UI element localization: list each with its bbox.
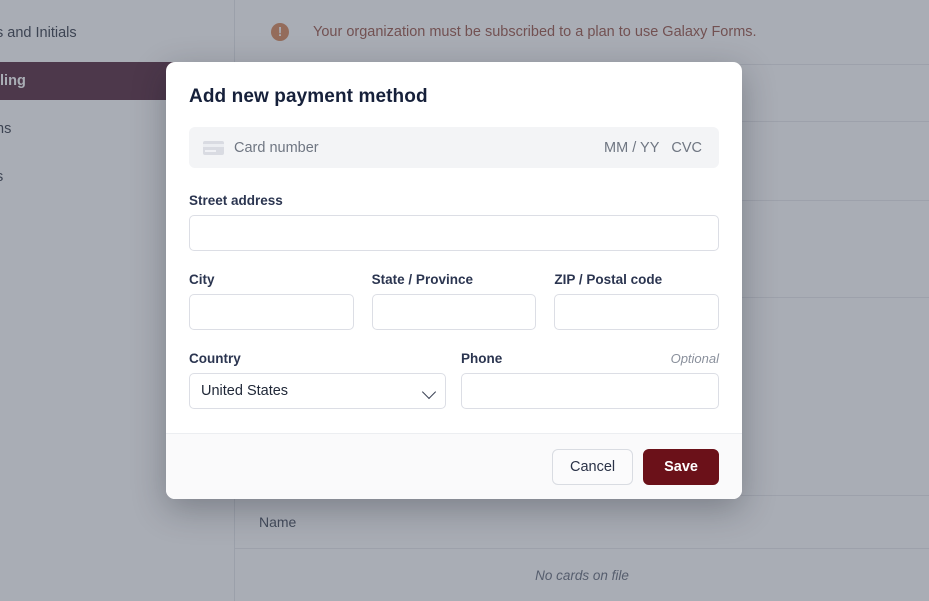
card-cvc-placeholder: CVC: [671, 139, 702, 156]
dialog-body: Add new payment method Card number MM / …: [166, 62, 742, 433]
country-select-wrapper: United States: [189, 373, 446, 409]
city-state-zip-row: City State / Province ZIP / Postal code: [189, 272, 720, 330]
card-number-field[interactable]: Card number MM / YY CVC: [189, 127, 719, 168]
country-label: Country: [189, 351, 241, 366]
country-field-block: Country United States: [189, 351, 446, 409]
zip-input[interactable]: [554, 294, 720, 330]
phone-field-block: Phone Optional: [461, 351, 719, 409]
card-expiry-placeholder: MM / YY: [604, 139, 660, 156]
state-label: State / Province: [371, 272, 473, 287]
credit-card-icon: [203, 140, 224, 155]
street-address-field-block: Street address: [189, 193, 719, 251]
phone-label-row: Phone Optional: [461, 351, 719, 366]
street-address-label: Street address: [189, 193, 283, 208]
state-field-block: State / Province: [371, 272, 537, 330]
zip-label: ZIP / Postal code: [554, 272, 663, 287]
street-address-input[interactable]: [189, 215, 719, 251]
city-field-block: City: [189, 272, 354, 330]
city-input[interactable]: [189, 294, 354, 330]
dialog-footer: Cancel Save: [166, 433, 742, 499]
save-button[interactable]: Save: [643, 448, 719, 485]
city-label: City: [189, 272, 215, 287]
card-number-placeholder: Card number: [234, 139, 319, 156]
phone-label: Phone: [461, 351, 503, 366]
dialog-title: Add new payment method: [189, 86, 428, 107]
phone-optional-tag: Optional: [670, 351, 719, 366]
state-input[interactable]: [371, 294, 537, 330]
country-phone-row: Country United States Phone Optional: [189, 351, 719, 409]
phone-input[interactable]: [461, 373, 719, 409]
country-select[interactable]: United States: [189, 373, 446, 409]
add-payment-method-dialog: Add new payment method Card number MM / …: [166, 62, 742, 499]
zip-field-block: ZIP / Postal code: [554, 272, 720, 330]
cancel-button[interactable]: Cancel: [551, 448, 634, 485]
country-selected-value: United States: [201, 383, 289, 399]
